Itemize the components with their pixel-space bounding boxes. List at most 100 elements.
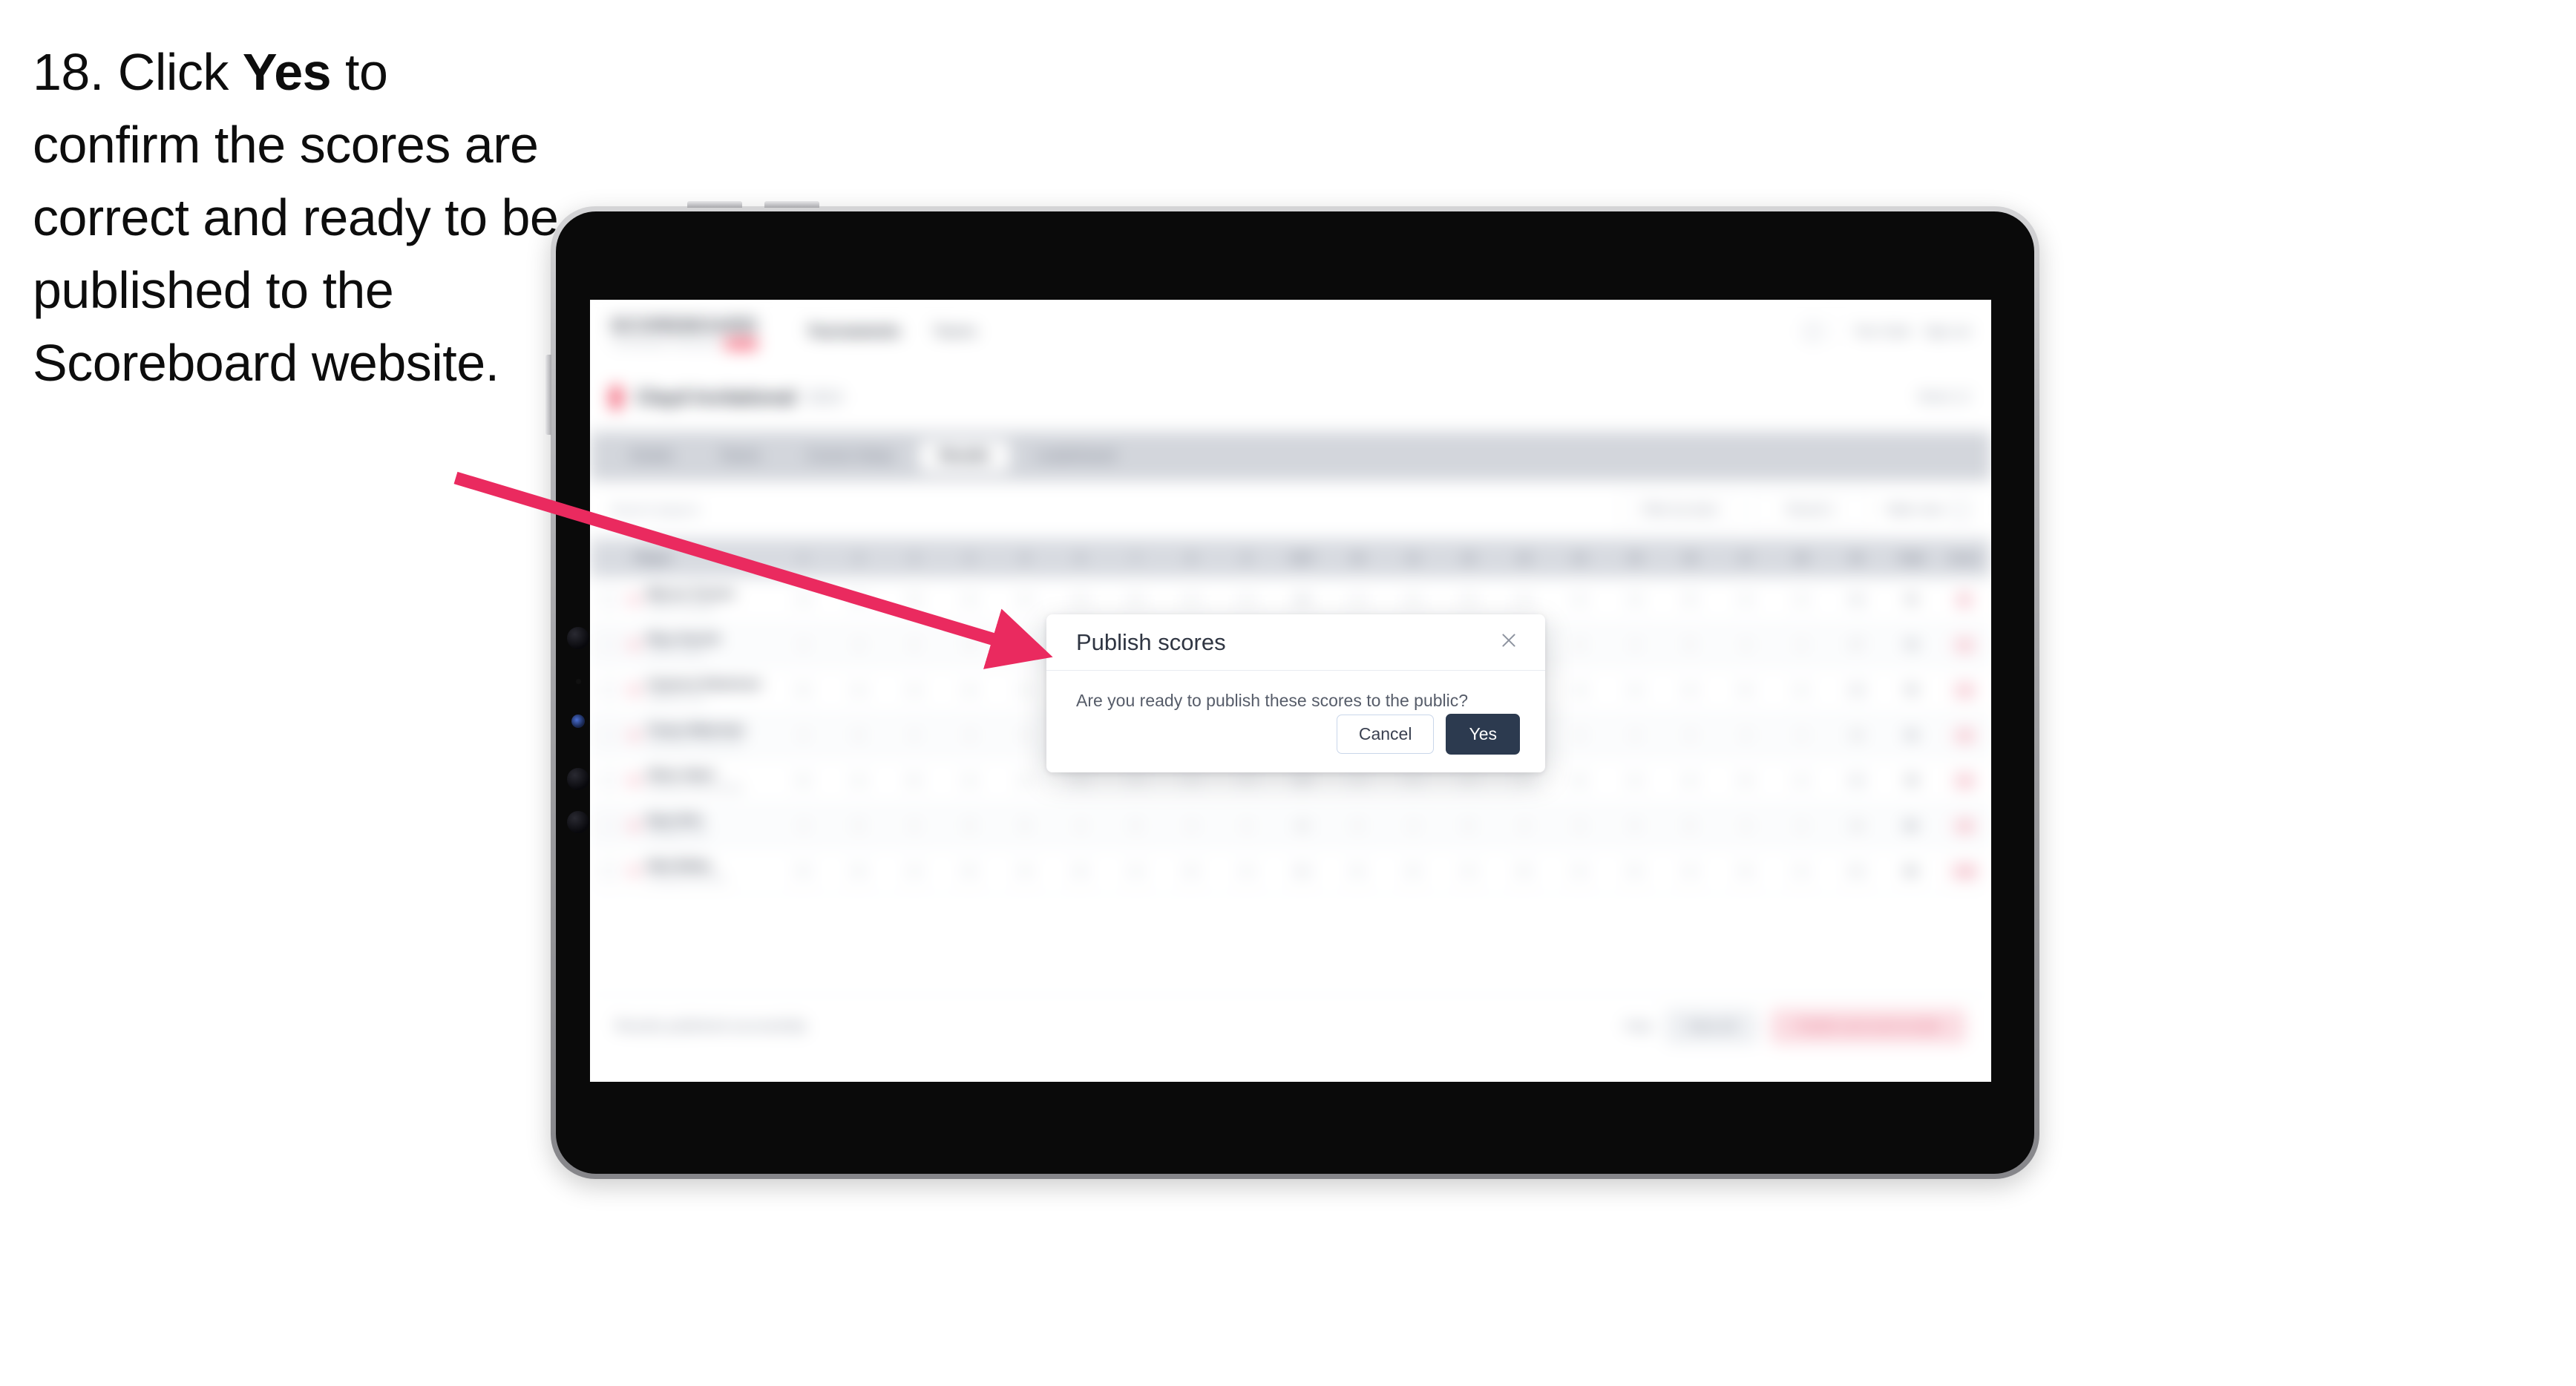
- score-cell[interactable]: 4: [1552, 680, 1607, 700]
- score-cell[interactable]: 4: [1164, 815, 1219, 836]
- score-cell[interactable]: 5: [1718, 861, 1774, 881]
- score-cell[interactable]: 36: [1274, 589, 1330, 610]
- score-cell[interactable]: 3: [1053, 589, 1109, 610]
- score-cell[interactable]: 4: [1219, 861, 1275, 881]
- score-cell[interactable]: 5: [1662, 634, 1718, 655]
- score-cell[interactable]: 5: [1496, 861, 1552, 881]
- score-cell[interactable]: 37: [1829, 634, 1884, 655]
- score-cell[interactable]: 4: [831, 770, 887, 791]
- score-cell[interactable]: 4: [776, 725, 831, 746]
- score-cell[interactable]: 5: [1662, 815, 1718, 836]
- score-cell[interactable]: 36: [1829, 589, 1884, 610]
- score-cell[interactable]: 5: [1053, 861, 1109, 881]
- score-cell[interactable]: 39: [1274, 770, 1330, 791]
- score-cell[interactable]: 4: [1108, 861, 1164, 881]
- row-checkbox[interactable]: [600, 863, 617, 879]
- score-cell[interactable]: 5: [831, 589, 887, 610]
- score-cell[interactable]: 4: [1164, 770, 1219, 791]
- score-cell[interactable]: 4: [1164, 589, 1219, 610]
- score-cell[interactable]: 4: [1607, 634, 1663, 655]
- score-cell[interactable]: 3: [1441, 589, 1496, 610]
- score-cell[interactable]: 5: [1718, 770, 1774, 791]
- score-cell[interactable]: 4: [886, 815, 942, 836]
- row-checkbox[interactable]: [600, 818, 617, 834]
- volume-up-button[interactable]: [687, 201, 742, 208]
- score-cell[interactable]: 4: [1718, 815, 1774, 836]
- gear-icon[interactable]: [1951, 500, 1970, 519]
- publish-button[interactable]: Publish and send emails: [1770, 1009, 1966, 1044]
- score-cell[interactable]: 4: [1662, 770, 1718, 791]
- score-cell[interactable]: 5: [1330, 815, 1386, 836]
- score-cell[interactable]: 4: [1552, 589, 1607, 610]
- score-cell[interactable]: 3: [886, 589, 942, 610]
- score-cell[interactable]: 4: [831, 680, 887, 700]
- score-cell[interactable]: 5: [1164, 861, 1219, 881]
- score-cell[interactable]: 4: [1441, 770, 1496, 791]
- score-cell[interactable]: 5: [942, 861, 997, 881]
- score-cell[interactable]: 5: [1441, 815, 1496, 836]
- score-cell[interactable]: 4: [1607, 725, 1663, 746]
- score-cell[interactable]: 5: [886, 770, 942, 791]
- score-cell[interactable]: 5: [1386, 861, 1441, 881]
- score-cell[interactable]: 5: [776, 861, 831, 881]
- score-cell[interactable]: 4: [1552, 815, 1607, 836]
- score-cell[interactable]: 4: [997, 589, 1053, 610]
- score-cell[interactable]: 4: [1552, 861, 1607, 881]
- table-row[interactable]: 7 Nate Bailey Northfield Golf Club 5 5 4 5 4 5 4 5…: [590, 849, 1991, 894]
- score-cell[interactable]: 5: [1386, 589, 1441, 610]
- score-cell[interactable]: 4: [1774, 680, 1829, 700]
- close-icon[interactable]: [1496, 628, 1521, 653]
- score-cell[interactable]: 4: [1386, 815, 1441, 836]
- tab-results[interactable]: Results: [920, 441, 1009, 472]
- score-cell[interactable]: 4: [942, 725, 997, 746]
- score-cell[interactable]: 4: [1496, 815, 1552, 836]
- score-cell[interactable]: 4: [997, 861, 1053, 881]
- score-cell[interactable]: 5: [776, 770, 831, 791]
- score-cell[interactable]: 4: [1441, 861, 1496, 881]
- score-cell[interactable]: 41: [1829, 861, 1884, 881]
- score-cell[interactable]: 5: [1552, 770, 1607, 791]
- bell-icon[interactable]: [1804, 323, 1823, 341]
- score-cell[interactable]: 4: [776, 589, 831, 610]
- score-cell[interactable]: 4: [1219, 815, 1275, 836]
- score-cell[interactable]: 4: [776, 815, 831, 836]
- score-cell[interactable]: 4: [1774, 725, 1829, 746]
- score-cell[interactable]: 4: [1774, 589, 1829, 610]
- volume-down-button[interactable]: [764, 201, 819, 208]
- search-input[interactable]: Search players: [611, 493, 1609, 526]
- signout-link[interactable]: Sign out: [1924, 324, 1970, 339]
- score-cell[interactable]: 4: [1108, 770, 1164, 791]
- score-cell[interactable]: 4: [1774, 815, 1829, 836]
- tab-leaderboard[interactable]: Leaderboard: [1017, 441, 1135, 472]
- score-cell[interactable]: 4: [1330, 589, 1386, 610]
- score-cell[interactable]: 4: [942, 589, 997, 610]
- row-checkbox[interactable]: [600, 637, 617, 653]
- row-checkbox[interactable]: [600, 591, 617, 608]
- score-cell[interactable]: 5: [1718, 680, 1774, 700]
- row-checkbox[interactable]: [600, 772, 617, 789]
- score-cell[interactable]: 5: [831, 815, 887, 836]
- score-cell[interactable]: 4: [886, 861, 942, 881]
- nav-item-teams[interactable]: Teams: [933, 323, 977, 341]
- score-cell[interactable]: 4: [1219, 770, 1275, 791]
- score-cell[interactable]: 4: [1718, 589, 1774, 610]
- score-cell[interactable]: 5: [1108, 589, 1164, 610]
- tab-teams[interactable]: Teams: [700, 441, 780, 472]
- score-cell[interactable]: 4: [1662, 725, 1718, 746]
- score-cell[interactable]: 4: [831, 634, 887, 655]
- score-cell[interactable]: 4: [942, 770, 997, 791]
- score-cell[interactable]: 5: [831, 725, 887, 746]
- score-cell[interactable]: 5: [1386, 770, 1441, 791]
- score-cell[interactable]: 41: [1274, 861, 1330, 881]
- team-filter-select[interactable]: Filter by team: [1620, 493, 1740, 527]
- round-filter-select[interactable]: Round 1: [1751, 493, 1870, 527]
- score-cell[interactable]: 4: [997, 770, 1053, 791]
- score-cell[interactable]: 4: [1774, 861, 1829, 881]
- score-cell[interactable]: 5: [776, 680, 831, 700]
- score-cell[interactable]: 5: [1662, 589, 1718, 610]
- user-name[interactable]: Tom Clark: [1854, 324, 1911, 339]
- score-cell[interactable]: 38: [1829, 725, 1884, 746]
- score-cell[interactable]: 5: [942, 634, 997, 655]
- row-checkbox[interactable]: [600, 727, 617, 743]
- save-all-button[interactable]: Save all: [1665, 1009, 1757, 1044]
